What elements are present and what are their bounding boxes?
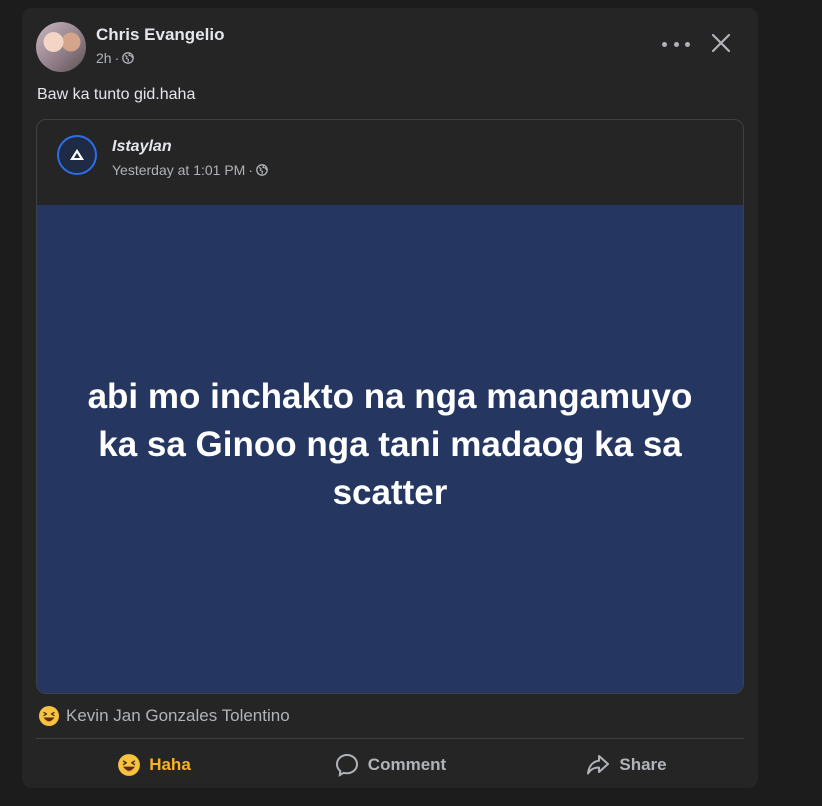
post-time[interactable]: 2h xyxy=(96,50,112,66)
close-icon[interactable] xyxy=(710,32,732,54)
page-logo[interactable] xyxy=(57,135,97,175)
share-button[interactable]: Share xyxy=(508,744,744,786)
comment-icon xyxy=(335,753,358,777)
shared-post[interactable]: Istaylan Yesterday at 1:01 PM · abi mo i… xyxy=(36,119,744,694)
more-options-icon[interactable] xyxy=(662,36,690,52)
shared-post-meta: Yesterday at 1:01 PM · xyxy=(112,162,268,178)
haha-emoji-icon xyxy=(39,706,59,726)
reaction-summary[interactable]: Kevin Jan Gonzales Tolentino xyxy=(38,705,290,727)
author-name[interactable]: Chris Evangelio xyxy=(96,25,224,45)
action-bar: Haha Comment Share xyxy=(36,744,744,786)
reactor-name[interactable]: Kevin Jan Gonzales Tolentino xyxy=(66,706,290,726)
divider xyxy=(36,738,744,739)
post-text: Baw ka tunto gid.haha xyxy=(37,86,196,103)
haha-emoji-icon xyxy=(118,754,141,776)
shared-post-header: Istaylan Yesterday at 1:01 PM · xyxy=(37,120,743,205)
text-post-background: abi mo inchakto na nga mangamuyo ka sa G… xyxy=(37,205,743,693)
haha-label: Haha xyxy=(149,755,191,774)
page-name[interactable]: Istaylan xyxy=(112,138,172,156)
page-logo-icon xyxy=(70,149,84,160)
comment-button[interactable]: Comment xyxy=(272,744,508,786)
globe-icon xyxy=(122,52,135,64)
shared-post-time[interactable]: Yesterday at 1:01 PM xyxy=(112,162,245,178)
comment-label: Comment xyxy=(367,755,447,774)
share-label: Share xyxy=(619,755,667,774)
post-meta: 2h · xyxy=(96,50,135,66)
globe-icon xyxy=(256,164,268,176)
share-icon xyxy=(587,755,610,775)
avatar[interactable] xyxy=(36,22,86,72)
haha-button[interactable]: Haha xyxy=(36,744,272,786)
quote-text: abi mo inchakto na nga mangamuyo ka sa G… xyxy=(87,377,693,512)
post-card: Chris Evangelio 2h · Baw ka tunto gid.ha… xyxy=(22,8,758,788)
